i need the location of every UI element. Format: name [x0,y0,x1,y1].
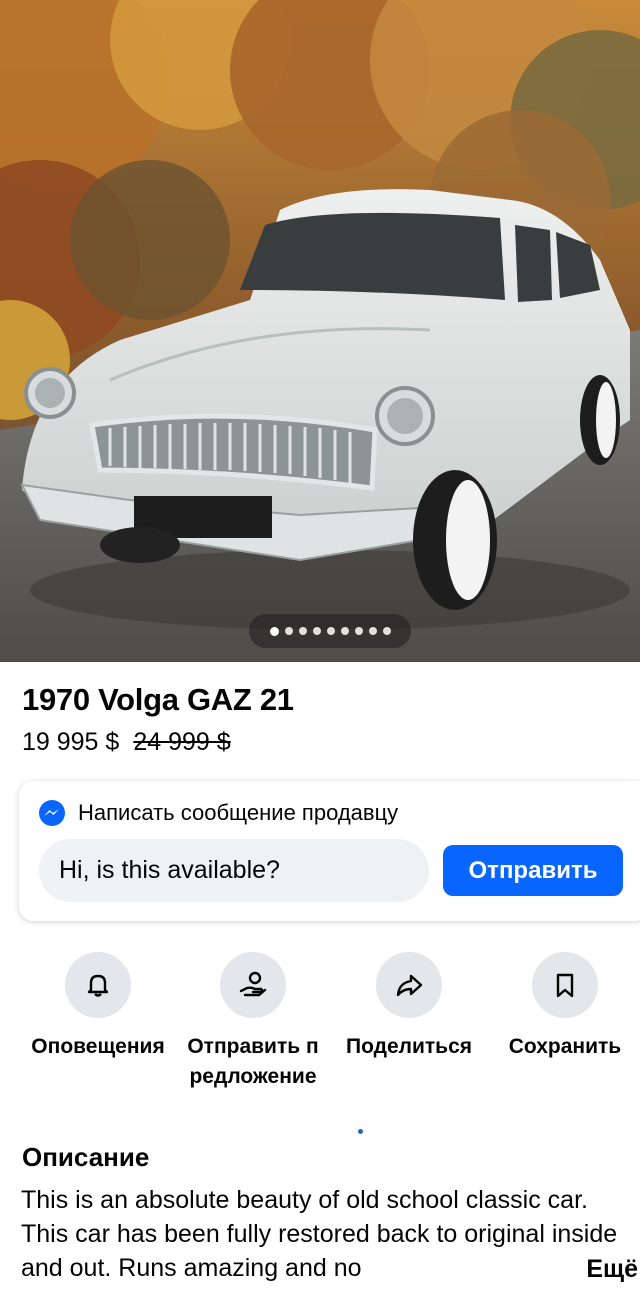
share-circle[interactable] [376,952,442,1018]
bookmark-icon [556,973,574,998]
pager-dot[interactable] [312,627,321,635]
save-button[interactable]: Сохранить [485,952,640,1062]
photo-pager[interactable] [249,614,411,648]
bell-icon [87,974,109,997]
share-label: Поделиться [345,1035,473,1058]
pager-dot[interactable] [284,627,293,635]
pager-dot[interactable] [368,627,377,635]
listing-title: 1970 Volga GAZ 21 [22,682,294,717]
offer-circle[interactable] [220,952,286,1018]
message-header: Написать сообщение продавцу [38,799,398,827]
scroll-indicator-dot [358,1129,363,1134]
offer-button[interactable]: Отправить п редложение [173,952,333,1092]
notify-label: Оповещения [31,1035,165,1058]
pager-dot[interactable] [354,627,363,635]
message-input[interactable] [39,839,429,902]
save-circle[interactable] [532,952,598,1018]
listing-old-price: 24 999 $ [133,728,231,756]
description-heading: Описание [22,1142,150,1172]
message-header-label: Написать сообщение продавцу [78,800,399,825]
messenger-icon [39,800,65,826]
pager-dot[interactable] [326,627,335,635]
offer-icon [239,971,267,997]
pager-dot[interactable] [382,627,391,635]
listing-photo[interactable] [0,0,640,662]
pager-dot[interactable] [298,627,307,635]
pager-dot-active[interactable] [269,626,279,636]
share-button[interactable]: Поделиться [329,952,489,1062]
share-icon [396,974,423,997]
pager-dot[interactable] [340,627,349,635]
notify-circle[interactable] [65,952,131,1018]
price-row: 19 995 $ 24 999 $ [22,728,231,757]
save-label: Сохранить [508,1035,622,1058]
message-seller-card: Написать сообщение продавцу Отправить [19,781,640,921]
description-text: This is an absolute beauty of old school… [21,1186,618,1282]
notify-button[interactable]: Оповещения [18,952,178,1062]
show-more-link[interactable]: Ещё [582,1255,638,1284]
offer-label: Отправить п редложение [187,1035,319,1088]
send-button[interactable]: Отправить [443,845,623,896]
listing-price: 19 995 $ [22,728,120,756]
car-photo-illustration [0,0,640,662]
action-buttons: Оповещения Отправить п редложение Подели… [0,952,640,1102]
